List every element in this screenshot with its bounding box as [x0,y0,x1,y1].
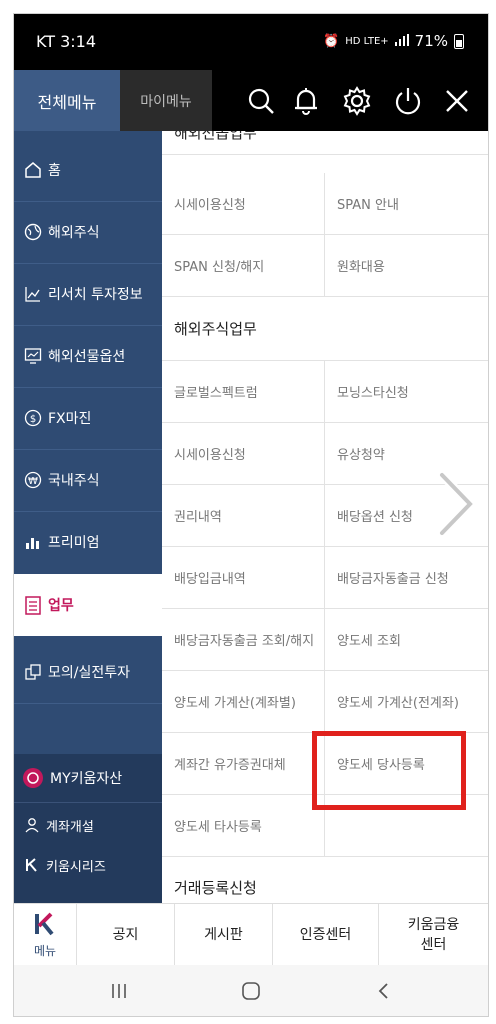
alarm-icon: ⏰ [323,33,340,49]
globe-icon [22,223,44,241]
menu-item[interactable]: 배당입금내역 [162,547,325,609]
chart-line-icon [22,285,44,303]
person-icon [24,817,40,833]
menu-item[interactable]: 계좌간 유가증권대체 [162,733,325,795]
tab-notice[interactable]: 공지 [76,904,174,966]
sidebar-item-label: 프리미엄 [48,535,100,551]
svg-text:₩: ₩ [28,476,38,487]
tab-all-menu[interactable]: 전체메뉴 [14,70,120,131]
monitor-chart-icon [22,347,44,365]
bell-icon[interactable] [289,84,323,118]
sidebar-item-fx-margin[interactable]: $ FX마진 [14,387,162,449]
status-bar: KT 3:14 ⏰ HD LTE+ 71% [14,14,488,70]
recent-apps-icon[interactable] [84,965,154,1016]
divider [14,802,162,803]
my-section: MY키움자산 계좌개설 키움시리즈 [14,754,162,903]
left-sidebar: 홈 해외주식 리서치 투자정보 해외선물옵션 $ FX마진 ₩ 국내주식 프리미… [14,131,162,903]
sidebar-item-label: 업무 [48,598,74,614]
signal-icon [394,32,409,50]
menu-item[interactable]: 양도세 가계산(계좌별) [162,671,325,733]
kiwoom-series-label: 키움시리즈 [46,859,106,875]
search-icon[interactable] [244,84,278,118]
sidebar-item-label: 홈 [48,163,61,179]
menu-item[interactable]: SPAN 안내 [325,173,488,235]
svg-text:$: $ [30,414,36,425]
sidebar-item-mock-invest[interactable]: 모의/실전투자 [14,641,162,703]
tab-my-menu[interactable]: 마이메뉴 [120,70,212,131]
my-asset-icon [22,767,44,789]
network-text: HD LTE+ [345,35,389,47]
tab-menu[interactable]: 메뉴 [14,904,76,966]
sidebar-item-futures-options[interactable]: 해외선물옵션 [14,325,162,387]
won-icon: ₩ [22,471,44,489]
checklist-icon [22,595,44,615]
menu-item[interactable]: 양도세 조회 [325,609,488,671]
menu-item[interactable]: 글로벌스펙트럼 [162,361,325,423]
back-icon[interactable] [348,965,418,1016]
chevron-right-icon[interactable] [434,469,478,539]
home-button-icon[interactable] [216,965,286,1016]
sidebar-item-label: 리서치 투자정보 [48,287,143,303]
system-nav-bar [14,965,488,1016]
battery-percent: 71% [414,32,448,50]
divider [14,703,162,704]
home-icon [22,161,44,179]
top-menu-bar: 전체메뉴 마이메뉴 [14,70,488,131]
close-icon[interactable] [440,84,474,118]
menu-item[interactable]: 시세이용신청 [162,173,325,235]
highlight-box [312,731,466,810]
account-open[interactable]: 계좌개설 [14,810,162,840]
kiwoom-logo-icon [24,857,40,873]
sidebar-item-overseas-stock[interactable]: 해외주식 [14,201,162,263]
bar-chart-icon [22,533,44,551]
sidebar-item-premium[interactable]: 프리미엄 [14,511,162,573]
tab-auth-center[interactable]: 인증센터 [272,904,378,966]
my-kiwoom-asset[interactable]: MY키움자산 [14,760,162,796]
sidebar-item-home[interactable]: 홈 [14,139,162,201]
menu-item[interactable]: 권리내역 [162,485,325,547]
menu-item[interactable]: 모닝스타신청 [325,361,488,423]
menu-item[interactable]: 원화대용 [325,235,488,297]
status-right: ⏰ HD LTE+ 71% [323,32,464,50]
sidebar-item-research[interactable]: 리서치 투자정보 [14,263,162,325]
account-open-label: 계좌개설 [46,819,94,835]
menu-item[interactable]: 양도세 타사등록 [162,795,325,857]
menu-item[interactable]: 양도세 가계산(전계좌) [325,671,488,733]
status-time: KT 3:14 [36,32,97,51]
sidebar-item-label: 모의/실전투자 [48,665,130,681]
power-icon[interactable] [391,84,425,118]
menu-item[interactable]: 배당금자동출금 조회/해지 [162,609,325,671]
menu-item[interactable]: 시세이용신청 [162,423,325,485]
menu-label: 메뉴 [33,943,57,958]
section-trade-registration: 거래등록신청 [174,878,257,897]
sidebar-item-label: 해외선물옵션 [48,349,126,365]
section-overseas-futures: 해외선옵업무 [162,131,488,155]
menu-item[interactable]: SPAN 신청/해지 [162,235,325,297]
battery-icon [454,33,464,49]
mock-invest-icon [22,663,44,681]
tab-kiwoom-finance-center[interactable]: 키움금융 센터 [378,904,488,966]
sidebar-item-label: 국내주식 [48,473,100,489]
sidebar-item-label: 해외주식 [48,225,100,241]
tab-board[interactable]: 게시판 [174,904,272,966]
my-asset-label: MY키움자산 [50,771,123,787]
kiwoom-k-icon [34,912,56,940]
sidebar-item-label: FX마진 [48,411,92,427]
menu-item[interactable]: 배당금자동출금 신청 [325,547,488,609]
section-overseas-stock: 해외주식업무 [162,297,488,361]
sidebar-item-business[interactable]: 업무 [14,574,162,636]
gear-icon[interactable] [340,84,374,118]
kiwoom-series[interactable]: 키움시리즈 [14,850,162,880]
phone-screen: KT 3:14 ⏰ HD LTE+ 71% 전체메뉴 마이메뉴 홈 해외주식 리… [13,13,489,1017]
dollar-icon: $ [22,409,44,427]
bottom-tab-bar: 메뉴 공지 게시판 인증센터 키움금융 센터 [14,903,488,966]
sidebar-item-domestic-stock[interactable]: ₩ 국내주식 [14,449,162,511]
